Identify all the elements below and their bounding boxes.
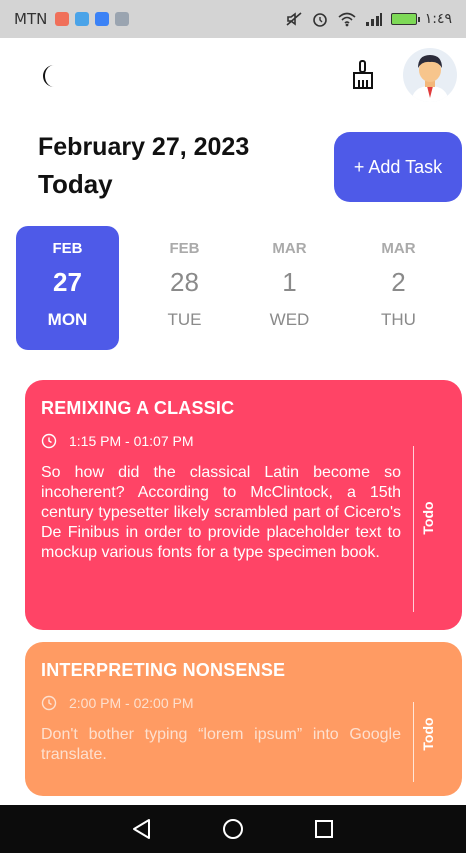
date-item-feb-28[interactable]: FEB 28 TUE [133,226,236,350]
home-circle-icon[interactable] [221,817,245,841]
notification-icon [115,12,130,26]
navigation-bar [0,805,466,853]
clock-icon [41,433,57,449]
task-divider [413,702,414,782]
avatar[interactable] [403,48,457,102]
task-card[interactable]: INTERPRETING NONSENSE 2:00 PM - 02:00 PM… [25,642,462,796]
task-time: 1:15 PM - 01:07 PM [69,433,194,449]
broom-icon[interactable] [350,60,376,90]
task-time: 2:00 PM - 02:00 PM [69,695,194,711]
task-time-row: 1:15 PM - 01:07 PM [41,433,446,449]
task-time-row: 2:00 PM - 02:00 PM [41,695,446,711]
date-weekday: TUE [167,310,202,329]
notification-icon [55,12,70,26]
current-date: February 27, 2023 [38,133,250,161]
task-status: Todo [420,717,436,751]
status-bar: MTN ١:٤٩ [0,0,466,38]
date-month: MAR [272,240,307,257]
task-title: REMIXING A CLASSIC [41,398,235,418]
today-label: Today [38,169,113,199]
date-item-feb-27[interactable]: FEB 27 MON [16,226,119,350]
notification-icon [75,12,90,26]
date-weekday: WED [269,310,310,329]
status-time: ١:٤٩ [424,11,452,27]
date-day: 2 [391,267,406,297]
date-item-mar-1[interactable]: MAR 1 WED [238,226,341,350]
task-description: Don't bother typing “lorem ipsum” into G… [41,726,401,763]
date-day: 27 [53,267,82,297]
add-task-button[interactable]: + Add Task [334,132,462,202]
notification-icon [95,12,110,26]
date-month: MAR [381,240,416,257]
alarm-icon [312,13,327,27]
carrier-name: MTN [14,10,48,28]
recents-square-icon[interactable] [312,817,336,841]
mute-icon [286,12,302,26]
task-card[interactable]: REMIXING A CLASSIC 1:15 PM - 01:07 PM So… [25,380,462,630]
date-month: FEB [169,240,200,257]
clock-icon [41,695,57,711]
back-triangle-icon[interactable] [130,817,154,841]
date-weekday: MON [47,310,88,329]
task-description: So how did the classical Latin become so… [41,464,401,561]
task-status: Todo [420,501,436,535]
battery-icon [390,13,420,25]
date-day: 28 [170,267,199,297]
moon-icon[interactable] [36,62,64,90]
date-month: FEB [52,240,83,257]
date-weekday: THU [381,310,416,329]
wifi-icon [338,12,356,27]
date-item-mar-2[interactable]: MAR 2 THU [347,226,450,350]
avatar-illustration [411,55,449,102]
signal-icon [365,13,382,26]
task-title: INTERPRETING NONSENSE [41,660,286,680]
date-day: 1 [282,267,297,297]
task-divider [413,446,414,612]
